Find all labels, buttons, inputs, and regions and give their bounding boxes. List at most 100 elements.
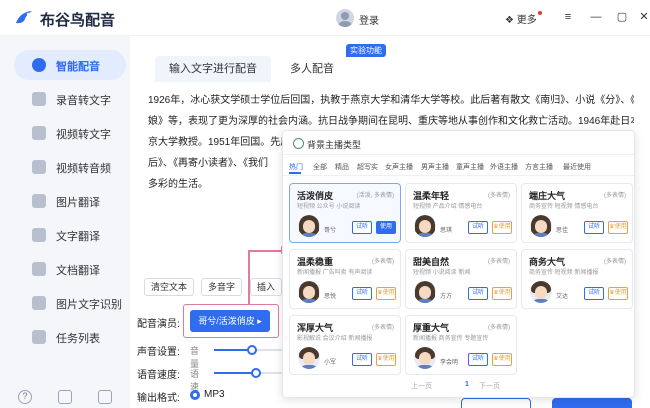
mp3-radio-label: MP3 (204, 389, 225, 400)
user-avatar-icon[interactable] (336, 9, 354, 27)
category-foreign[interactable]: 外语主播 (490, 162, 518, 172)
sidebar-item-image-translate[interactable]: 图片翻译 (14, 186, 126, 216)
listen-button[interactable]: 试听 (352, 287, 372, 300)
card-tag: (多表情) (604, 193, 626, 199)
experimental-badge: 实验功能 (346, 44, 386, 57)
vip-use-button[interactable]: ♛使用 (376, 353, 396, 366)
anchor-card[interactable]: 商务大气 (多表情) 商务宣传 短视频 新闻播报 艾达 试听 ♛使用 (521, 249, 633, 309)
settings-icon[interactable] (98, 390, 112, 404)
category-all[interactable]: 全部 (313, 162, 327, 172)
title-bar: 布谷鸟配音 登录 ❖ 更多 ≡ — ▢ ✕ (0, 0, 650, 36)
secondary-action-button[interactable] (461, 398, 531, 408)
tab-text-dubbing[interactable]: 输入文字进行配音 (155, 56, 271, 82)
listen-button[interactable]: 试听 (468, 221, 488, 234)
popup-title: 背景主播类型 (307, 140, 362, 150)
anchor-card[interactable]: 甜美自然 (多表情) 短视频 小说阅读 新闻 方方 试听 ♛使用 (405, 249, 517, 309)
anchor-type-popup: 背景主播类型 热门 全部 精品 超写实 女声主播 男声主播 童声主播 外语主播 … (282, 130, 635, 398)
anchor-card[interactable]: 厚重大气 (多表情) 新闻播报 商务宣传 专题宣传 李会明 试听 ♛使用 (405, 315, 517, 375)
category-ultra-real[interactable]: 超写实 (357, 162, 378, 172)
primary-action-button[interactable] (552, 398, 632, 408)
cuckoo-logo-icon (16, 11, 32, 24)
category-child[interactable]: 童声主播 (456, 162, 484, 172)
divider (283, 175, 634, 176)
card-scenes: 新闻播报 广告叫卖 有声阅读 (297, 270, 373, 276)
sidebar-item-video-to-text[interactable]: 视频转文字 (14, 118, 126, 148)
speed-knob[interactable] (251, 368, 261, 378)
anchor-card[interactable]: 浑厚大气 (多表情) 影视解说 会议介绍 新闻播报 小军 试听 ♛使用 (289, 315, 401, 375)
sidebar-item-task-list[interactable]: 任务列表 (14, 322, 126, 352)
current-page[interactable]: 1 (465, 381, 469, 388)
text-line: 娘》等，表现了更为深厚的社会内涵。抗日战争期间在昆明、重庆等地从事创作和文化救亡… (148, 116, 634, 127)
smart-dubbing-icon (32, 58, 46, 72)
video-to-text-icon (32, 126, 46, 140)
anchor-card[interactable]: 端庄大气 (多表情) 商务宣传 短视频 情感电台 思佳 试听 ♛使用 (521, 183, 633, 243)
speaker-name: 哥兮 (324, 228, 337, 234)
speed-fill (214, 372, 256, 374)
sidebar-item-label: 智能配音 (56, 61, 100, 73)
speaker-name: 思琪 (440, 228, 453, 234)
sidebar-item-label: 视频转文字 (56, 129, 111, 141)
prev-page-link[interactable]: 上一页 (411, 381, 432, 391)
category-dialect[interactable]: 方言主播 (525, 162, 553, 172)
service-icon[interactable] (58, 390, 72, 404)
anchor-card[interactable]: 温柔年轻 (多表情) 短视频 产品介绍 情感电台 思琪 试听 ♛使用 (405, 183, 517, 243)
card-tag: (活泼, 多表情) (356, 193, 394, 199)
menu-icon[interactable]: ≡ (560, 9, 576, 25)
anchor-select-button[interactable]: 哥兮/活泼俏皮 ▸ (190, 310, 270, 332)
next-page-link[interactable]: 下一页 (479, 381, 500, 391)
vip-use-button[interactable]: ♛使用 (608, 287, 628, 300)
close-icon[interactable]: ✕ (636, 9, 650, 25)
category-female[interactable]: 女声主播 (385, 162, 413, 172)
volume-knob[interactable] (247, 345, 257, 355)
use-label: 使用 (614, 290, 627, 296)
card-scenes: 新闻播报 商务宣传 专题宣传 (413, 336, 489, 342)
help-icon[interactable]: ? (18, 390, 32, 404)
listen-button[interactable]: 试听 (584, 287, 604, 300)
category-male[interactable]: 男声主播 (421, 162, 449, 172)
insert-button[interactable]: 插入 (250, 278, 283, 296)
sidebar-item-smart-dubbing[interactable]: 智能配音 (14, 50, 126, 80)
anchor-card[interactable]: 活泼俏皮 (活泼, 多表情) 短视频 公众号 小说阅读 哥兮 试听 使用 (289, 183, 401, 243)
category-hot[interactable]: 热门 (289, 162, 303, 172)
vip-use-button[interactable]: ♛使用 (376, 287, 396, 300)
vip-use-button[interactable]: ♛使用 (492, 353, 512, 366)
category-recent[interactable]: 最近使用 (563, 162, 591, 172)
clear-text-button[interactable]: 清空文本 (144, 278, 195, 296)
sidebar-item-video-to-audio[interactable]: 视频转音频 (14, 152, 126, 182)
video-to-audio-icon (32, 160, 46, 174)
listen-button[interactable]: 试听 (468, 353, 488, 366)
login-link[interactable]: 登录 (359, 12, 379, 27)
speaker-name: 李会明 (440, 360, 459, 366)
image-translate-icon (32, 194, 46, 208)
more-menu-button[interactable]: ❖ 更多 (505, 11, 542, 26)
card-scenes: 影视解说 会议介绍 新闻播报 (297, 336, 373, 342)
format-label: 输出格式: (137, 393, 180, 404)
mp3-radio[interactable] (190, 390, 200, 400)
sidebar-item-image-ocr[interactable]: 图片文字识别 (14, 288, 126, 318)
polyphone-button[interactable]: 多音字 (201, 278, 243, 296)
sidebar-item-label: 任务列表 (56, 333, 100, 345)
vip-use-button[interactable]: ♛使用 (492, 287, 512, 300)
sidebar-item-recording-to-text[interactable]: 录音转文字 (14, 84, 126, 114)
text-line: 1926年，冰心获文学硕士学位后回国，执教于燕京大学和清华大学等校。此后著有散文… (148, 95, 634, 106)
sidebar: 智能配音 录音转文字 视频转文字 视频转音频 图片翻译 文字翻译 文档翻译 图片… (0, 36, 130, 408)
sidebar-item-text-translate[interactable]: 文字翻译 (14, 220, 126, 250)
card-scenes: 短视频 小说阅读 新闻 (413, 270, 471, 276)
tab-multi-dubbing[interactable]: 多人配音 (276, 56, 348, 82)
listen-button[interactable]: 试听 (352, 353, 372, 366)
anchor-card[interactable]: 温柔稳重 (多表情) 新闻播报 广告叫卖 有声阅读 思悦 试听 ♛使用 (289, 249, 401, 309)
category-premium[interactable]: 精品 (335, 162, 349, 172)
use-label: 使用 (382, 290, 395, 296)
listen-button[interactable]: 试听 (584, 221, 604, 234)
sidebar-item-document-translate[interactable]: 文档翻译 (14, 254, 126, 284)
annotation-arrow (248, 250, 250, 304)
vip-use-button[interactable]: ♛使用 (608, 221, 628, 234)
listen-button[interactable]: 试听 (468, 287, 488, 300)
sidebar-item-label: 视频转音频 (56, 163, 111, 175)
vip-use-button[interactable]: ♛使用 (492, 221, 512, 234)
minimize-icon[interactable]: — (588, 9, 604, 25)
maximize-icon[interactable]: ▢ (614, 9, 630, 25)
use-button[interactable]: 使用 (376, 221, 396, 234)
speaker-name: 思佳 (556, 228, 569, 234)
listen-button[interactable]: 试听 (352, 221, 372, 234)
